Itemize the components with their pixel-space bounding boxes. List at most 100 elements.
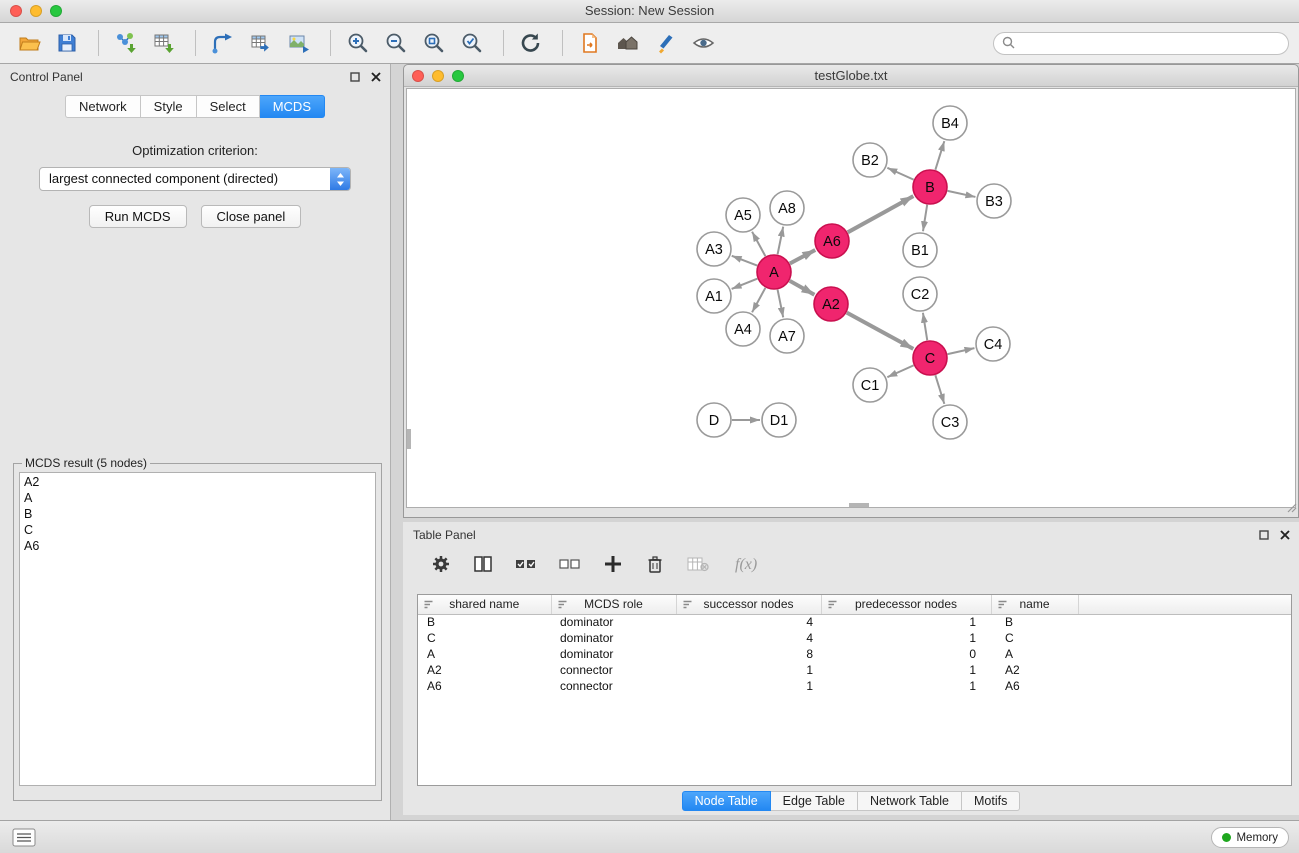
edge-B-B2[interactable] <box>887 168 913 180</box>
select-all-icon[interactable] <box>515 558 537 573</box>
close-panel-button[interactable]: Close panel <box>201 205 302 228</box>
run-mcds-button[interactable]: Run MCDS <box>89 205 187 228</box>
node-A[interactable]: A <box>757 255 791 289</box>
node-A4[interactable]: A4 <box>726 312 760 346</box>
memory-button[interactable]: Memory <box>1211 827 1289 848</box>
edge-A-A6[interactable] <box>790 250 815 264</box>
zoom-fit-icon[interactable] <box>417 26 451 60</box>
minimize-button[interactable] <box>30 5 42 17</box>
table-row[interactable]: Cdominator41C <box>418 630 1292 646</box>
node-C2[interactable]: C2 <box>903 277 937 311</box>
cell-predecessor-nodes[interactable]: 1 <box>821 614 991 630</box>
horizontal-scrollbar[interactable] <box>849 503 869 507</box>
criterion-dropdown[interactable]: largest connected component (directed) <box>39 167 351 191</box>
node-C1[interactable]: C1 <box>853 368 887 402</box>
node-table-container[interactable]: shared nameMCDS rolesuccessor nodesprede… <box>417 594 1292 786</box>
delete-column-icon[interactable] <box>645 554 665 577</box>
cell-name[interactable]: A2 <box>991 662 1078 678</box>
node-A2[interactable]: A2 <box>814 287 848 321</box>
table-row[interactable]: Bdominator41B <box>418 614 1292 630</box>
cell-successor-nodes[interactable]: 1 <box>676 662 821 678</box>
node-D[interactable]: D <box>697 403 731 437</box>
save-session-icon[interactable] <box>50 26 84 60</box>
result-item[interactable]: A <box>24 490 371 506</box>
node-A3[interactable]: A3 <box>697 232 731 266</box>
edge-B-B3[interactable] <box>948 191 976 197</box>
network-canvas-svg[interactable]: B4B2BB3A5A8A6A3B1AC2A1A2A4A7C4CC1C3DD1 <box>407 89 1295 507</box>
import-network-from-file-icon[interactable] <box>109 26 143 60</box>
cell-successor-nodes[interactable]: 4 <box>676 630 821 646</box>
vertical-scrollbar[interactable] <box>407 429 411 449</box>
node-B[interactable]: B <box>913 170 947 204</box>
edge-A-A8[interactable] <box>778 227 784 255</box>
add-column-icon[interactable] <box>603 554 623 577</box>
cell-successor-nodes[interactable]: 8 <box>676 646 821 662</box>
edge-C-C1[interactable] <box>887 365 913 377</box>
cell-MCDS-role[interactable]: dominator <box>551 614 676 630</box>
edge-C-C3[interactable] <box>935 375 944 404</box>
cell-MCDS-role[interactable]: dominator <box>551 646 676 662</box>
result-item[interactable]: A2 <box>24 474 371 490</box>
open-session-icon[interactable] <box>12 26 46 60</box>
network-canvas[interactable]: B4B2BB3A5A8A6A3B1AC2A1A2A4A7C4CC1C3DD1 <box>406 88 1296 508</box>
zoom-selected-icon[interactable] <box>455 26 489 60</box>
export-image-icon[interactable] <box>282 26 316 60</box>
refresh-icon[interactable] <box>514 26 548 60</box>
close-network-button[interactable] <box>412 70 424 82</box>
node-B4[interactable]: B4 <box>933 106 967 140</box>
edge-A-A4[interactable] <box>752 288 765 312</box>
result-item[interactable]: B <box>24 506 371 522</box>
edge-A6-B[interactable] <box>848 196 914 232</box>
tab-mcds[interactable]: MCDS <box>260 95 325 118</box>
network-window-titlebar[interactable]: testGlobe.txt <box>404 65 1298 87</box>
node-D1[interactable]: D1 <box>762 403 796 437</box>
cell-predecessor-nodes[interactable]: 1 <box>821 678 991 694</box>
cell-shared-name[interactable]: A <box>418 646 551 662</box>
tab-node-table[interactable]: Node Table <box>682 791 771 811</box>
task-list-icon[interactable] <box>12 828 36 850</box>
edge-A-A5[interactable] <box>752 232 765 256</box>
zoom-network-button[interactable] <box>452 70 464 82</box>
cell-name[interactable]: A6 <box>991 678 1078 694</box>
node-A6[interactable]: A6 <box>815 224 849 258</box>
node-B3[interactable]: B3 <box>977 184 1011 218</box>
import-table-from-file-icon[interactable] <box>147 26 181 60</box>
minimize-network-button[interactable] <box>432 70 444 82</box>
gear-icon[interactable] <box>431 554 451 577</box>
edge-A-A3[interactable] <box>732 256 757 266</box>
cell-MCDS-role[interactable]: connector <box>551 662 676 678</box>
node-A7[interactable]: A7 <box>770 319 804 353</box>
tab-motifs[interactable]: Motifs <box>962 791 1020 811</box>
column-header-MCDS-role[interactable]: MCDS role <box>551 595 676 614</box>
close-button[interactable] <box>10 5 22 17</box>
open-document-icon[interactable] <box>573 26 607 60</box>
cell-successor-nodes[interactable]: 1 <box>676 678 821 694</box>
cell-MCDS-role[interactable]: connector <box>551 678 676 694</box>
eye-icon[interactable] <box>687 26 721 60</box>
edge-A-A1[interactable] <box>732 279 758 289</box>
cytoscape-home-icon[interactable] <box>611 26 645 60</box>
columns-icon[interactable] <box>473 554 493 577</box>
column-header-predecessor-nodes[interactable]: predecessor nodes <box>821 595 991 614</box>
tab-style[interactable]: Style <box>141 95 197 118</box>
zoom-out-icon[interactable] <box>379 26 413 60</box>
cell-shared-name[interactable]: A6 <box>418 678 551 694</box>
resize-grip-icon[interactable] <box>1286 501 1297 516</box>
edge-B-B1[interactable] <box>923 205 927 231</box>
cell-predecessor-nodes[interactable]: 1 <box>821 662 991 678</box>
cell-shared-name[interactable]: C <box>418 630 551 646</box>
node-C4[interactable]: C4 <box>976 327 1010 361</box>
node-B1[interactable]: B1 <box>903 233 937 267</box>
result-item[interactable]: C <box>24 522 371 538</box>
search-box[interactable] <box>993 32 1289 55</box>
node-A8[interactable]: A8 <box>770 191 804 225</box>
edge-C-C2[interactable] <box>923 313 927 340</box>
result-item[interactable]: A6 <box>24 538 371 554</box>
cell-shared-name[interactable]: A2 <box>418 662 551 678</box>
cell-predecessor-nodes[interactable]: 1 <box>821 630 991 646</box>
tab-network-table[interactable]: Network Table <box>858 791 962 811</box>
node-C[interactable]: C <box>913 341 947 375</box>
cell-predecessor-nodes[interactable]: 0 <box>821 646 991 662</box>
column-header-successor-nodes[interactable]: successor nodes <box>676 595 821 614</box>
tab-edge-table[interactable]: Edge Table <box>771 791 858 811</box>
